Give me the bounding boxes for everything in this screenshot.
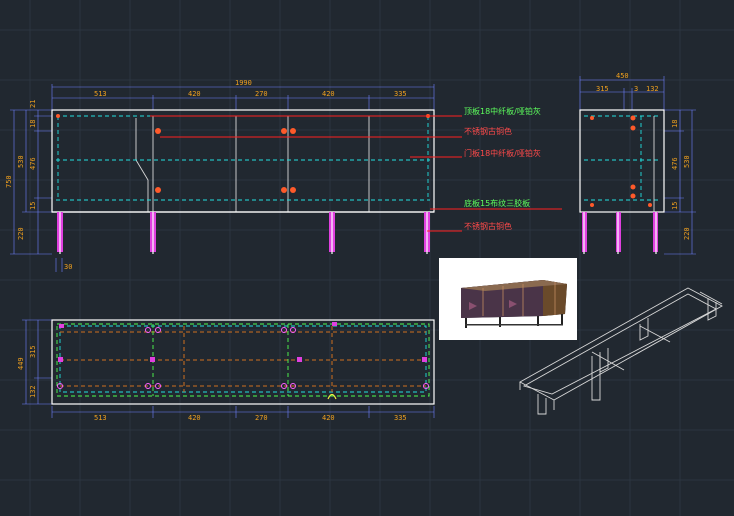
- side-hinges: [590, 115, 652, 207]
- plan-depth-132: 132: [29, 385, 37, 398]
- side-height-476: 476: [671, 157, 679, 170]
- front-dimension-lines: [10, 84, 435, 272]
- side-seg-2: 3: [634, 85, 638, 93]
- front-height-530: 530: [17, 155, 25, 168]
- front-height-18: 18: [29, 120, 37, 128]
- side-height-530: 530: [683, 155, 691, 168]
- annotation-door-panel: 门板18中纤板/哑铂灰: [464, 148, 541, 158]
- side-view: 450 315 3 132 18 476 15 530 220: [579, 72, 696, 255]
- plan-outline: [51, 319, 435, 405]
- side-seg-1: 315: [596, 85, 609, 93]
- sideboard-render-image: [439, 258, 577, 340]
- side-overall-width: 450: [616, 72, 629, 80]
- front-leg-offset: 30: [64, 263, 72, 271]
- plan-depth-315: 315: [29, 345, 37, 358]
- annotation-steel-antique-1: 不锈钢古铜色: [464, 126, 512, 136]
- cabinet-body-outline: [51, 109, 435, 213]
- front-height-476: 476: [29, 157, 37, 170]
- side-leg-height: 220: [683, 227, 691, 240]
- side-seg-3: 132: [646, 85, 659, 93]
- annotation-bottom-panel: 底板15布纹三胶板: [464, 198, 530, 208]
- plan-seg-5: 335: [394, 414, 407, 422]
- side-height-15: 15: [671, 202, 679, 210]
- front-height-15: 15: [29, 202, 37, 210]
- plan-seg-4: 420: [322, 414, 335, 422]
- plan-depth-449: 449: [17, 357, 25, 370]
- front-height-750: 750: [5, 175, 13, 188]
- plan-seg-1: 513: [94, 414, 107, 422]
- plan-seg-2: 420: [188, 414, 201, 422]
- front-seg-4: 420: [322, 90, 335, 98]
- side-height-18: 18: [671, 120, 679, 128]
- front-overall-width: 1990: [235, 79, 252, 87]
- front-legs: [57, 212, 430, 254]
- door-angled-edge: [135, 118, 149, 212]
- side-body-outline: [579, 109, 665, 213]
- hinge-markers: [56, 114, 430, 193]
- annotation-steel-antique-2: 不锈钢古铜色: [464, 221, 512, 231]
- front-seg-5: 335: [394, 90, 407, 98]
- plan-inner-cyan: [59, 325, 427, 393]
- plan-dimension-lines: [22, 319, 435, 418]
- product-photo: [439, 258, 577, 340]
- front-height-220: 220: [17, 227, 25, 240]
- front-seg-3: 270: [255, 90, 268, 98]
- front-seg-1: 513: [94, 90, 107, 98]
- front-view: 1990 513 420 270 420 335 750 530 21 18 4…: [5, 79, 562, 272]
- cad-drawing-canvas: 1990 513 420 270 420 335 750 530 21 18 4…: [0, 0, 734, 516]
- front-seg-2: 420: [188, 90, 201, 98]
- front-height-21: 21: [29, 100, 37, 108]
- side-legs: [582, 212, 658, 254]
- annotation-top-panel: 顶板18中纤板/哑铂灰: [464, 106, 541, 116]
- plan-seg-3: 270: [255, 414, 268, 422]
